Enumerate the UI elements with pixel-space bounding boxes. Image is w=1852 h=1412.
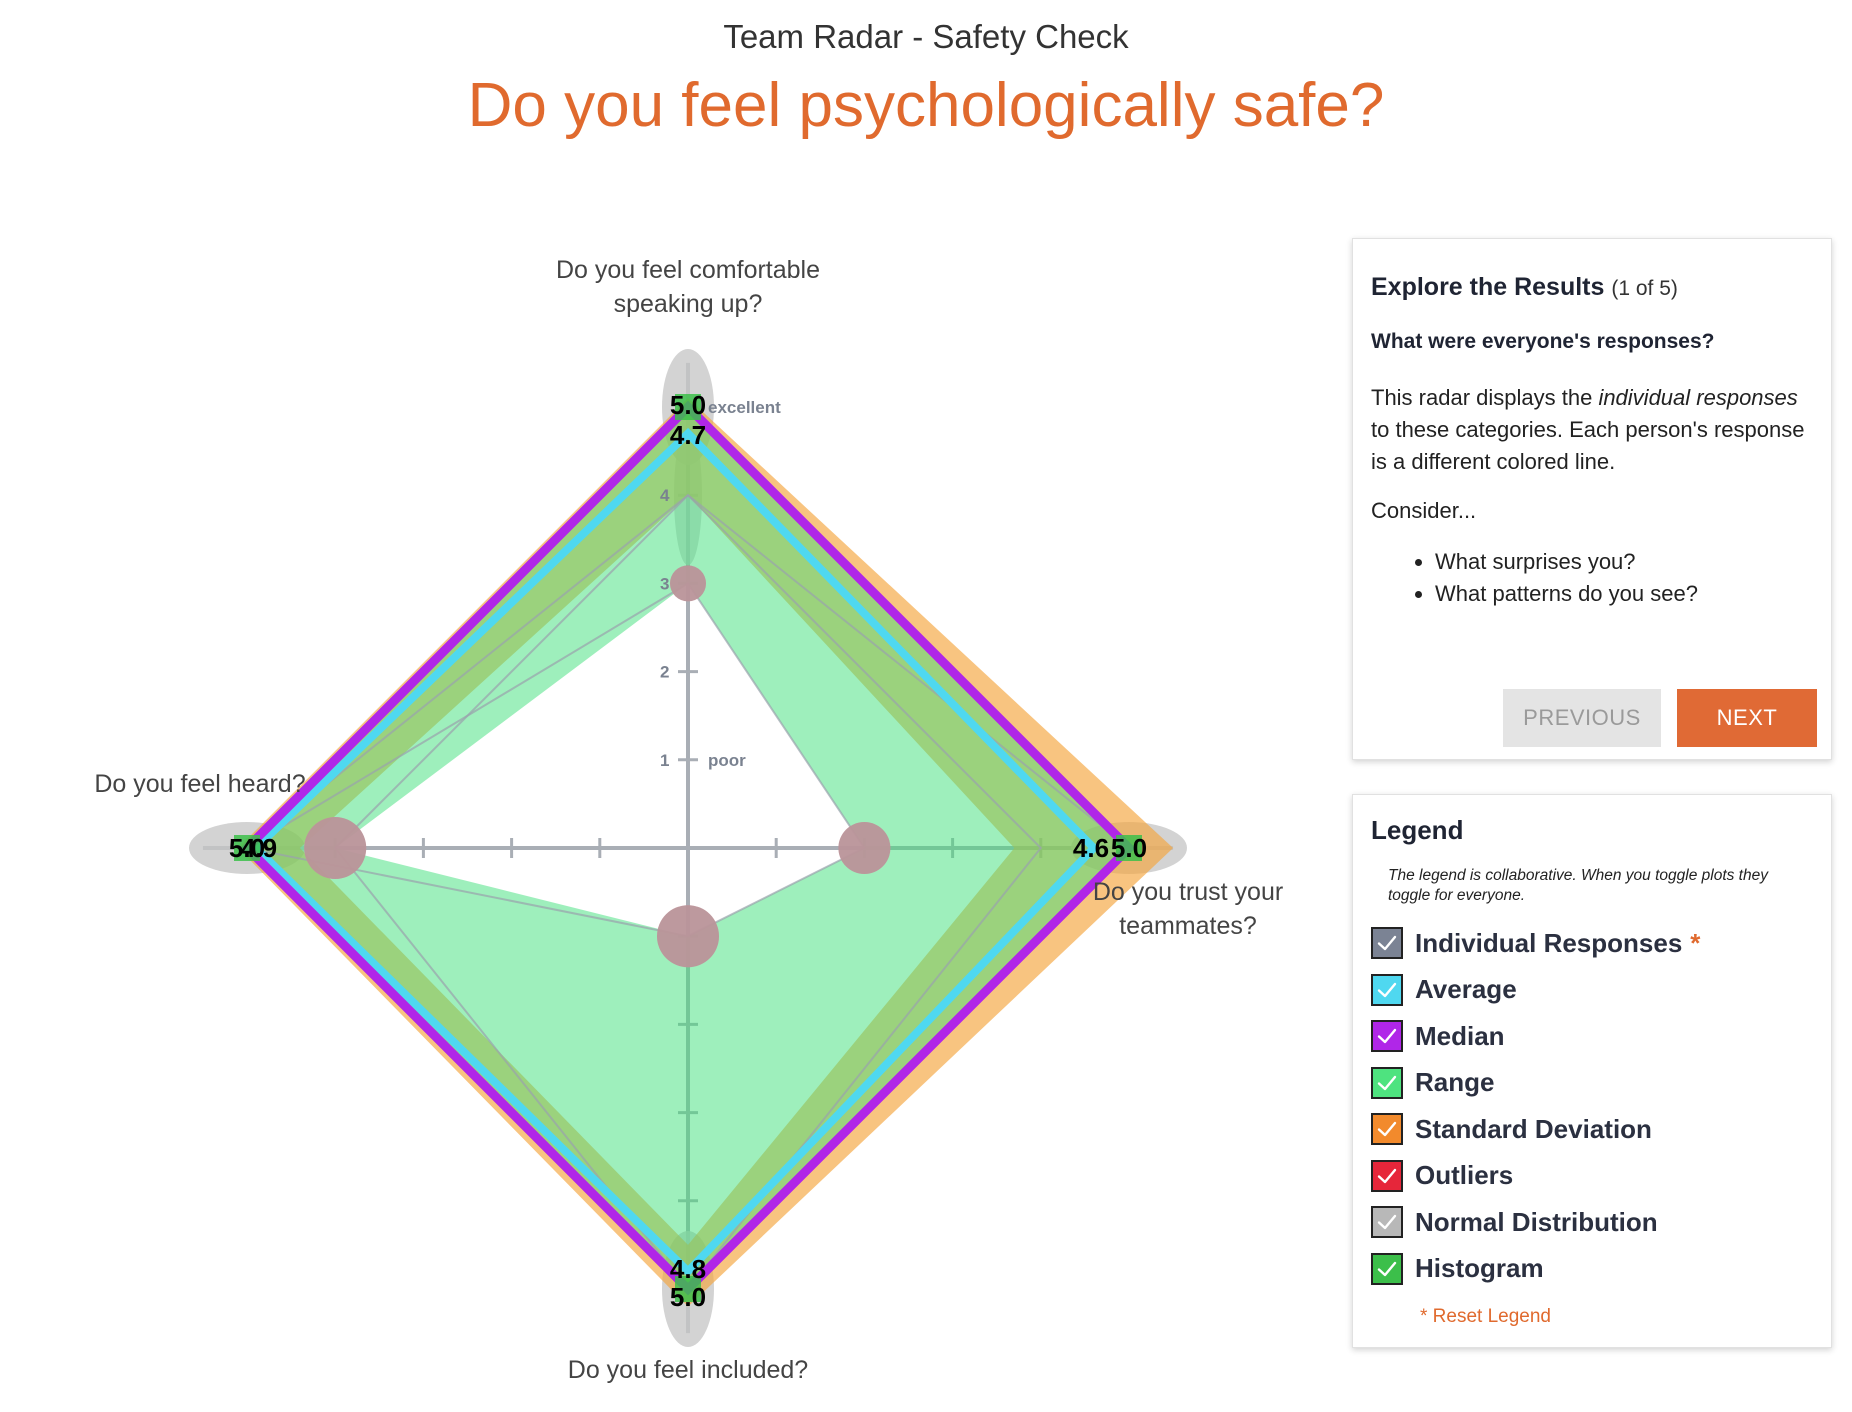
legend-checkbox[interactable] (1371, 1252, 1403, 1285)
explore-description: This radar displays the individual respo… (1371, 382, 1813, 478)
tick-label: 1 (660, 751, 669, 770)
legend-item[interactable]: Outliers (1371, 1153, 1813, 1200)
legend-item[interactable]: Range (1371, 1060, 1813, 1107)
outlier-overlay (304, 817, 367, 879)
check-icon (1377, 1215, 1397, 1230)
value-label: 4.7 (670, 420, 706, 450)
axis-label: Do you feel comfortable (556, 256, 820, 284)
check-icon (1377, 1122, 1397, 1137)
explore-title: Explore the Results (1 of 5) (1371, 273, 1813, 302)
outlier-overlay (670, 565, 706, 602)
explore-question: What were everyone's responses? (1371, 330, 1715, 353)
axis-label: Do you feel heard? (94, 770, 305, 798)
explore-title-text: Explore the Results (1371, 273, 1605, 301)
check-icon (1377, 1261, 1397, 1276)
previous-button[interactable]: PREVIOUS (1503, 689, 1661, 747)
legend-item-label: Outliers (1415, 1160, 1514, 1191)
legend-item-label: Histogram (1415, 1253, 1544, 1284)
legend-checkbox[interactable] (1371, 1206, 1403, 1239)
outlier-overlay (657, 905, 719, 968)
consider-text: Consider... (1371, 498, 1477, 523)
value-label: 5.0 (670, 1282, 706, 1312)
description-end: to these categories. Each person's respo… (1371, 417, 1805, 474)
tick-label: 2 (660, 663, 669, 682)
legend-checkbox[interactable] (1371, 927, 1403, 960)
legend-item-label: Normal Distribution (1415, 1206, 1658, 1237)
value-label: 5.0 (1111, 833, 1147, 863)
check-icon (1377, 982, 1397, 997)
legend-item[interactable]: Average (1371, 967, 1813, 1014)
description-emphasis: individual responses (1598, 385, 1798, 410)
legend-item[interactable]: Median (1371, 1013, 1813, 1060)
outlier-overlay (838, 822, 891, 874)
reset-legend-link[interactable]: * Reset Legend (1420, 1306, 1813, 1328)
consider-list: What surprises you? What patterns do you… (1371, 546, 1813, 610)
page-title: Do you feel psychologically safe? (467, 71, 1385, 140)
tick-note: poor (708, 751, 746, 770)
check-icon (1377, 936, 1397, 951)
legend-checkbox[interactable] (1371, 973, 1403, 1006)
app-title: Team Radar - Safety Check (723, 18, 1129, 55)
legend-checkbox[interactable] (1371, 1113, 1403, 1146)
list-item: What surprises you? (1435, 546, 1813, 578)
next-button[interactable]: NEXT (1677, 689, 1817, 747)
tick-label: 4 (660, 486, 670, 505)
axis-label: speaking up? (614, 290, 763, 318)
legend-item[interactable]: Normal Distribution (1371, 1199, 1813, 1246)
value-label: 4.6 (1073, 833, 1109, 863)
legend-item-label: Median (1415, 1020, 1505, 1051)
legend-checkbox[interactable] (1371, 1159, 1403, 1192)
legend-item-label: Individual Responses (1415, 927, 1683, 958)
legend-item-label: Average (1415, 974, 1517, 1005)
legend-title: Legend (1371, 815, 1464, 845)
legend-checkbox[interactable] (1371, 1066, 1403, 1099)
required-star: * (1690, 927, 1701, 958)
legend-note: The legend is collaborative. When you to… (1388, 867, 1768, 904)
description-start: This radar displays the (1371, 385, 1599, 410)
check-icon (1377, 1029, 1397, 1044)
legend-item[interactable]: Individual Responses * (1371, 920, 1813, 967)
axis-label: teammates? (1119, 912, 1257, 940)
explore-results-card: Explore the Results (1 of 5) What were e… (1352, 238, 1832, 760)
legend-items: Individual Responses * Average Median Range S… (1371, 920, 1813, 1292)
legend-item[interactable]: Standard Deviation (1371, 1106, 1813, 1153)
legend-item-label: Range (1415, 1067, 1495, 1098)
legend-item[interactable]: Histogram (1371, 1246, 1813, 1293)
tick-note: excellent (708, 398, 781, 417)
axis-label: Do you trust your (1093, 878, 1283, 906)
value-label: 4.8 (670, 1254, 706, 1284)
explore-step-count: (1 of 5) (1611, 277, 1678, 300)
tick-label: 3 (660, 574, 669, 593)
legend-checkbox[interactable] (1371, 1020, 1403, 1053)
axis-label: Do you feel included? (568, 1356, 808, 1384)
check-icon (1377, 1168, 1397, 1183)
radar-chart: 1 poor234excellent5.04.74.6 5.04.85.05.04.… (94, 256, 1283, 1384)
legend-card: Legend The legend is collaborative. When… (1352, 794, 1832, 1348)
list-item: What patterns do you see? (1435, 578, 1813, 610)
legend-item-label: Standard Deviation (1415, 1113, 1652, 1144)
check-icon (1377, 1075, 1397, 1090)
value-label: 4.9 (241, 833, 277, 863)
value-label: 5.0 (670, 390, 706, 420)
